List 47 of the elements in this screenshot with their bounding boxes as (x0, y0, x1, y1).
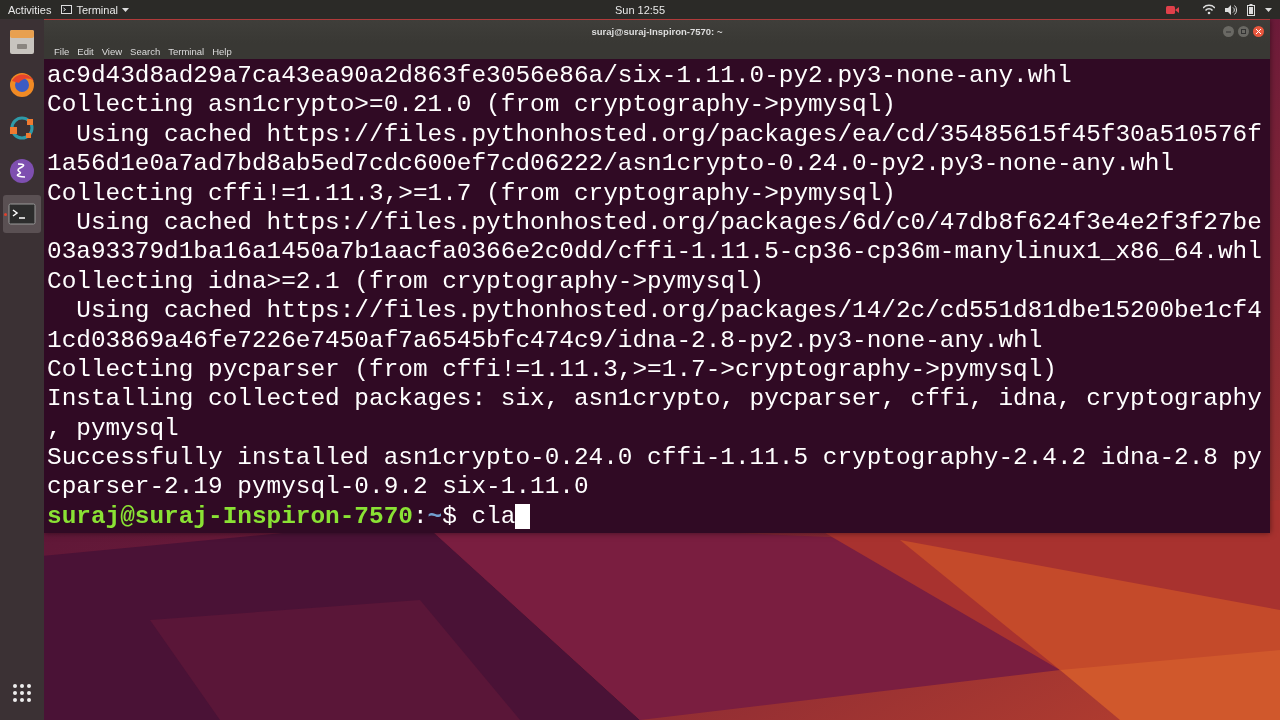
prompt-symbol: $ (442, 501, 457, 532)
terminal-icon (61, 5, 73, 14)
window-title: suraj@suraj-Inspiron-7570: ~ (591, 26, 723, 37)
drawer-icon (8, 28, 36, 56)
output-line: Installing collected packages: six, asn1crypto, pycparser, cffi, idna, cryptography (47, 384, 1262, 414)
menu-item[interactable]: Search (126, 45, 165, 57)
ring-icon (8, 114, 36, 142)
terminal-icon (8, 200, 36, 228)
output-line: Collecting cffi!=1.11.3,>=1.7 (from cryptography->pymysql) (47, 178, 896, 208)
output-line: Collecting idna>=2.1 (from cryptography->pymysql) (47, 266, 765, 297)
globe-icon (8, 71, 36, 99)
prompt-separator: : (412, 501, 428, 532)
output-line: Using cached https://files.pythonhosted.org/packages/ea/cd/35485615f45f30a510576f (75, 119, 1262, 150)
maximize-icon (1241, 29, 1246, 34)
output-line: Successfully installed asn1crypto-0.24.0 cffi-1.11.5 cryptography-2.4.2 idna-2.8 py (47, 443, 1262, 473)
command-text: cla (471, 501, 516, 532)
output-line: Using cached https://files.pythonhosted.org/packages/14/2c/cd551d81dbe15200be1cf4 (75, 296, 1262, 326)
menu-item[interactable]: File (50, 45, 74, 57)
output-line: Using cached https://files.pythonhosted.org/packages/6d/c0/47db8f624f3e4e2f3f27be (75, 207, 1262, 238)
output-line: cparser-2.19 pymysql-0.9.2 six-1.11.0 (47, 472, 589, 502)
output-line: Collecting pycparser (from cffi!=1.11.3,>=1.7->cryptography->pymysql) (47, 354, 1057, 385)
menu-item[interactable]: Terminal (164, 45, 209, 57)
output-line: ac9d43d8ad29a7ca43ea90a2d863fe3056e86a/six-1.11.0-py2.py3-none-any.whl (47, 61, 1072, 91)
volume-icon (1225, 3, 1237, 16)
activities-button[interactable]: Activities (8, 3, 52, 16)
menu-item[interactable]: View (97, 45, 127, 57)
battery-icon (1247, 3, 1255, 16)
grid-icon (13, 684, 31, 702)
cursor (515, 504, 530, 530)
menu-item[interactable]: Help (208, 45, 236, 57)
caret-icon (1265, 7, 1272, 12)
prompt-path: ~ (427, 501, 443, 532)
minimize-icon (1226, 29, 1231, 34)
clock[interactable]: Sun 12:55 (614, 3, 666, 16)
output-line: 03a93379d1ba16a1450a7b1aacfa0366e2c0dd/cffi-1.11.5-cp36-cp36m-manylinux1_x86_64.whl (47, 237, 1262, 267)
squiggle-icon (8, 157, 36, 185)
caret-icon (122, 7, 129, 12)
close-icon (1256, 29, 1261, 34)
output-line: Collecting asn1crypto>=0.21.0 (from cryptography->pymysql) (47, 90, 896, 120)
prompt-user-host: suraj@suraj-Inspiron-7570 (47, 501, 413, 532)
app-menu[interactable]: Terminal (61, 3, 129, 16)
output-line: 1a56d1e0a7ad7bd8ab5ed7cdc600ef7cd06222/asn1crypto-0.24.0-py2.py3-none-any.whl (47, 149, 1175, 179)
wifi-icon (1203, 4, 1215, 15)
menu-item[interactable]: Edit (73, 45, 98, 57)
close-button[interactable] (1253, 26, 1264, 37)
output-line: 1cd03869a46fe7226e7450af7a6545bfc474c9/idna-2.8-py2.py3-none-any.whl (47, 325, 1043, 355)
output-line: , pymysql (47, 413, 179, 444)
